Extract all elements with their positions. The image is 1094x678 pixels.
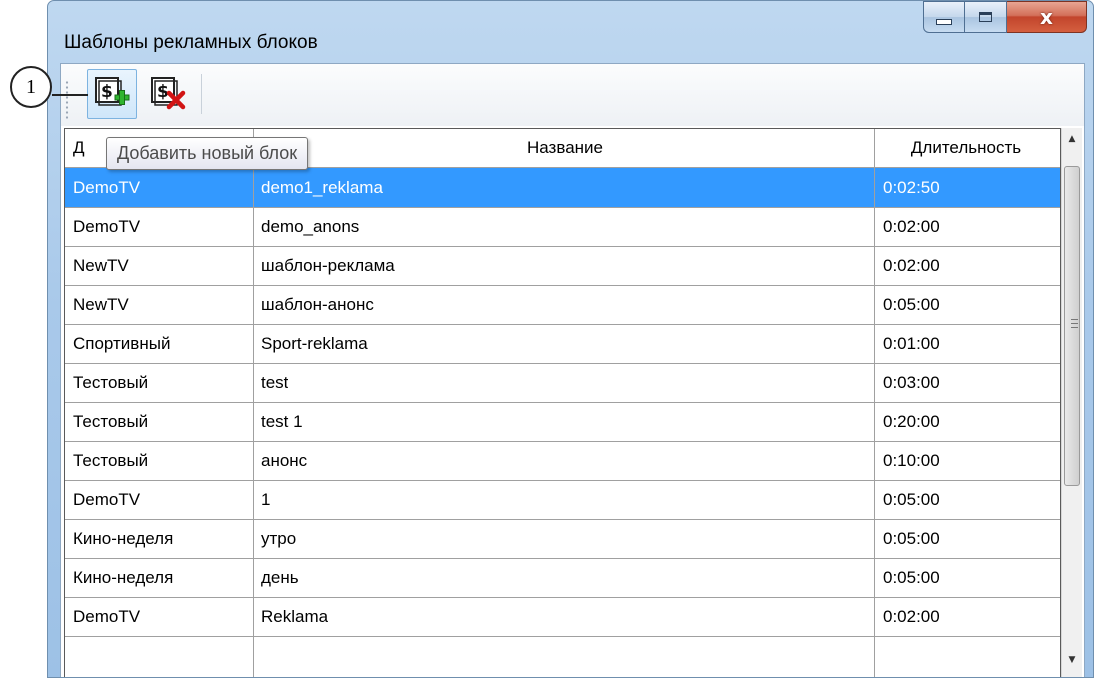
close-button[interactable]: x: [1007, 1, 1087, 33]
cell-channel: NewTV: [73, 295, 129, 314]
table-row[interactable]: Тестовый анонс 0:10:00: [65, 441, 1060, 481]
cell-channel: DemoTV: [73, 178, 141, 197]
templates-window: Шаблоны рекламных блоков x $ $ Д Названи…: [47, 0, 1094, 678]
cell-name: test 1: [261, 412, 303, 431]
table-row[interactable]: DemoTV 1 0:05:00: [65, 480, 1060, 520]
cell-name: Sport-reklama: [261, 334, 368, 353]
add-block-button[interactable]: $: [87, 69, 137, 119]
table-row[interactable]: Кино-неделя день 0:05:00: [65, 558, 1060, 598]
cell-channel: Тестовый: [73, 412, 149, 431]
cell-channel: Кино-неделя: [73, 568, 174, 587]
column-header-name[interactable]: Название: [255, 129, 875, 167]
cell-duration: 0:05:00: [883, 295, 940, 314]
svg-text:$: $: [101, 82, 113, 102]
delete-block-button[interactable]: $: [143, 69, 193, 119]
scroll-thumb[interactable]: [1064, 166, 1080, 486]
cell-duration: 0:05:00: [883, 529, 940, 548]
column-header-channel[interactable]: Д: [73, 129, 85, 167]
table-row[interactable]: Тестовый test 1 0:20:00: [65, 402, 1060, 442]
delete-block-icon: $: [151, 77, 186, 110]
cell-channel: Кино-неделя: [73, 529, 174, 548]
scroll-grip-icon: [1071, 319, 1078, 328]
scroll-up-icon[interactable]: ▲: [1062, 128, 1082, 150]
grid-body: Д Название Длительность DemoTV demo1_rekl…: [64, 128, 1061, 677]
maximize-button[interactable]: [965, 1, 1007, 33]
cell-channel: NewTV: [73, 256, 129, 275]
cell-name: утро: [261, 529, 297, 548]
cell-duration: 0:10:00: [883, 451, 940, 470]
table-row[interactable]: Кино-неделя утро 0:05:00: [65, 519, 1060, 559]
cell-name: шаблон-реклама: [261, 256, 395, 275]
table-row[interactable]: DemoTV demo_anons 0:02:00: [65, 207, 1060, 247]
table-row[interactable]: Спортивный Sport-reklama 0:01:00: [65, 324, 1060, 364]
callout-pointer: [52, 94, 88, 96]
callout-number: 1: [10, 66, 52, 108]
title-bar[interactable]: Шаблоны рекламных блоков x: [48, 1, 1093, 63]
cell-duration: 0:01:00: [883, 334, 940, 353]
cell-duration: 0:05:00: [883, 490, 940, 509]
table-row[interactable]: DemoTV demo1_reklama 0:02:50: [65, 168, 1060, 208]
templates-grid: Д Название Длительность DemoTV demo1_rekl…: [61, 126, 1084, 677]
minimize-button[interactable]: [923, 1, 965, 33]
cell-name: анонс: [261, 451, 308, 470]
column-divider: [253, 129, 254, 677]
cell-name: день: [261, 568, 299, 587]
toolbar: $ $: [61, 64, 1084, 126]
add-block-tooltip: Добавить новый блок: [106, 137, 309, 170]
close-icon: x: [1040, 5, 1053, 29]
vertical-scrollbar[interactable]: ▲ ▼: [1061, 128, 1082, 677]
table-row[interactable]: DemoTV Reklama 0:02:00: [65, 597, 1060, 637]
scroll-down-icon[interactable]: ▼: [1062, 649, 1082, 671]
column-divider: [874, 129, 875, 677]
cell-duration: 0:02:00: [883, 217, 940, 236]
cell-duration: 0:02:00: [883, 607, 940, 626]
cell-channel: DemoTV: [73, 217, 141, 236]
table-row[interactable]: NewTV шаблон-анонс 0:05:00: [65, 285, 1060, 325]
cell-duration: 0:02:50: [883, 178, 940, 197]
cell-name: Reklama: [261, 607, 329, 626]
minimize-icon: [936, 19, 952, 25]
column-header-duration[interactable]: Длительность: [881, 129, 1051, 167]
window-title: Шаблоны рекламных блоков: [64, 32, 318, 53]
cell-duration: 0:03:00: [883, 373, 940, 392]
cell-channel: DemoTV: [73, 490, 141, 509]
cell-channel: Тестовый: [73, 451, 149, 470]
cell-channel: Спортивный: [73, 334, 171, 353]
cell-name: шаблон-анонс: [261, 295, 374, 314]
cell-channel: Тестовый: [73, 373, 149, 392]
table-row[interactable]: Тестовый test 0:03:00: [65, 363, 1060, 403]
cell-name: demo1_reklama: [261, 178, 383, 197]
cell-name: 1: [261, 490, 271, 509]
cell-name: demo_anons: [261, 217, 360, 236]
window-controls: x: [923, 1, 1087, 35]
table-row[interactable]: NewTV шаблон-реклама 0:02:00: [65, 246, 1060, 286]
cell-channel: DemoTV: [73, 607, 141, 626]
add-block-icon: $: [95, 77, 130, 106]
cell-duration: 0:20:00: [883, 412, 940, 431]
cell-duration: 0:02:00: [883, 256, 940, 275]
maximize-icon: [979, 12, 992, 22]
toolbar-separator: [201, 74, 202, 114]
toolbar-grip[interactable]: [65, 80, 69, 120]
cell-name: test: [261, 373, 289, 392]
cell-duration: 0:05:00: [883, 568, 940, 587]
